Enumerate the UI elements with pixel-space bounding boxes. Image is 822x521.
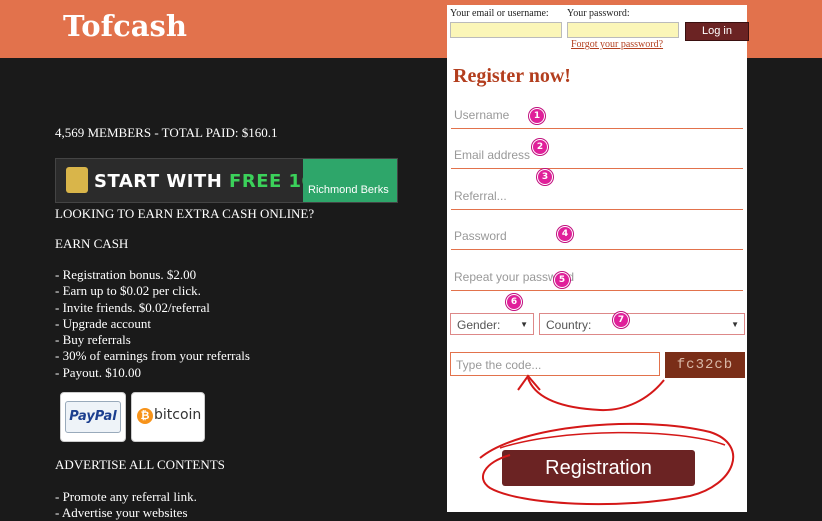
list-item: - Upgrade account xyxy=(55,315,152,331)
members-stats: 4,569 MEMBERS - TOTAL PAID: $160.1 xyxy=(55,125,278,140)
username-input[interactable]: Username xyxy=(451,101,743,129)
annotation-badge: 5 xyxy=(554,272,570,288)
dollar-coin-icon xyxy=(66,167,88,193)
list-item: - Registration bonus. $2.00 xyxy=(55,267,197,282)
login-password-input[interactable] xyxy=(567,22,679,38)
bitcoin-icon: ₿ xyxy=(137,408,153,424)
heading-earn-cash: EARN CASH xyxy=(55,236,129,251)
banner-brand: Richmond Berks xyxy=(308,184,389,196)
promo-banner[interactable]: START WITH FREE 100$ Richmond Berks xyxy=(55,158,398,203)
chevron-down-icon: ▼ xyxy=(520,320,528,329)
captcha-image: fc32cb xyxy=(665,352,745,378)
list-item: - 30% of earnings from your referrals xyxy=(55,348,250,364)
email-input[interactable]: Email address xyxy=(451,141,743,169)
bitcoin-logo: ₿ bitcoin xyxy=(131,392,205,442)
list-item: - Earn up to $0.02 per click. xyxy=(55,283,201,299)
list-item: - Buy referrals xyxy=(55,332,131,348)
login-button[interactable]: Log in xyxy=(685,22,749,41)
login-email-input[interactable] xyxy=(450,22,562,38)
list-item: - Payout. $10.00 xyxy=(55,364,141,380)
registration-button[interactable]: Registration xyxy=(502,450,695,486)
annotation-badge: 1 xyxy=(529,108,545,124)
password-input[interactable]: Password xyxy=(451,222,743,250)
email-label: Your email or username: xyxy=(450,8,549,19)
country-select[interactable]: Country: ▼ xyxy=(539,313,745,335)
heading-earn-extra: LOOKING TO EARN EXTRA CASH ONLINE? xyxy=(55,206,315,221)
gender-select[interactable]: Gender: ▼ xyxy=(450,313,534,335)
site-logo[interactable]: Tofcash xyxy=(63,9,187,43)
captcha-input[interactable]: Type the code... xyxy=(450,352,660,376)
login-form: Your email or username: Your password: L… xyxy=(447,5,749,58)
heading-advertise: ADVERTISE ALL CONTENTS xyxy=(55,457,225,472)
forgot-password-link[interactable]: Forgot your password? xyxy=(571,39,663,50)
chevron-down-icon: ▼ xyxy=(731,320,739,329)
annotation-badge: 2 xyxy=(532,139,548,155)
site-header: Tofcash Your email or username: Your pas… xyxy=(0,0,822,58)
list-item: - Advertise your websites xyxy=(55,505,188,520)
list-item: - Promote any referral link. xyxy=(55,489,197,504)
password-label: Your password: xyxy=(567,8,630,19)
annotation-badge: 6 xyxy=(506,294,522,310)
register-title: Register now! xyxy=(453,65,571,87)
paypal-logo: PayPal xyxy=(60,392,126,442)
register-panel: Register now! Username Email address Ref… xyxy=(447,58,747,512)
list-item: - Invite friends. $0.02/referral xyxy=(55,299,210,315)
repeat-password-input[interactable]: Repeat your password xyxy=(451,263,743,291)
earn-list: - Registration bonus. $2.00 - Earn up to… xyxy=(55,267,250,381)
annotation-badge: 4 xyxy=(557,226,573,242)
advertise-list: - Promote any referral link. - Advertise… xyxy=(55,489,197,521)
annotation-badge: 7 xyxy=(613,312,629,328)
annotation-badge: 3 xyxy=(537,169,553,185)
referral-input[interactable]: Referral... xyxy=(451,182,743,210)
